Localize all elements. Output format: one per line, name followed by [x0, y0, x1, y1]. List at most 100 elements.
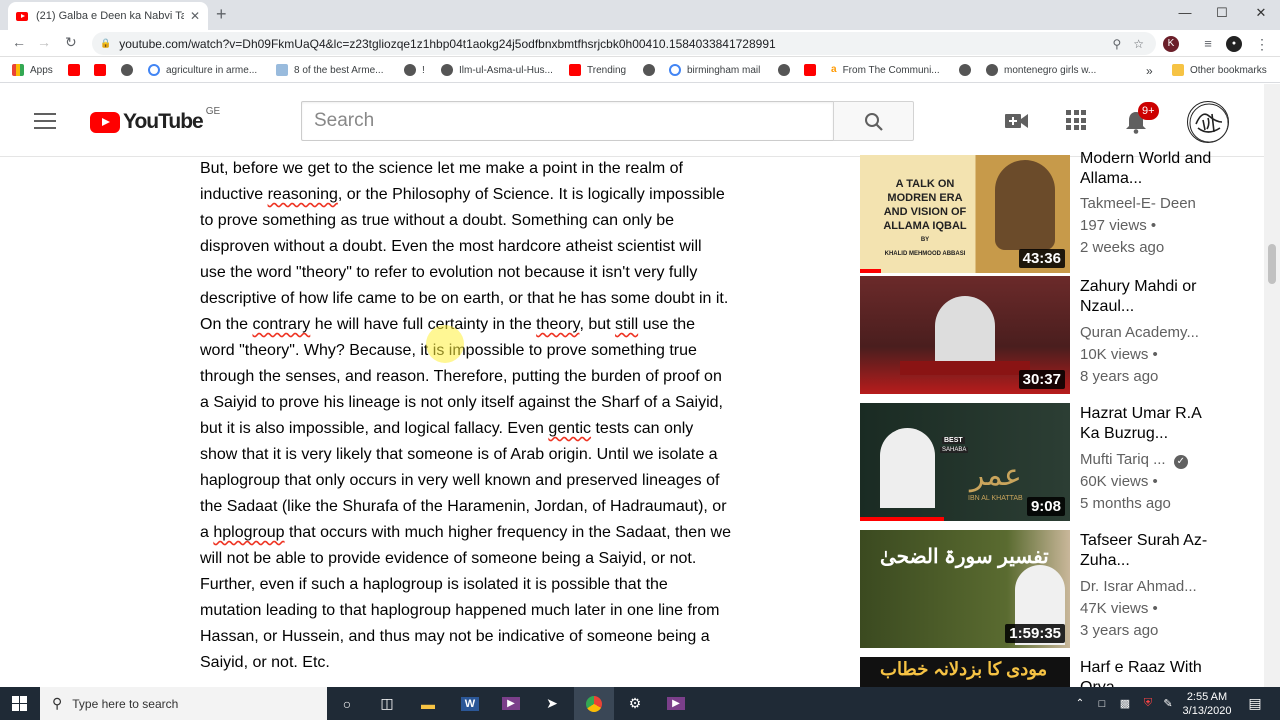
task-view-icon[interactable]: ◫: [367, 687, 407, 720]
video-editor-icon[interactable]: ▶: [491, 687, 531, 720]
video-thumbnail[interactable]: 30:37: [860, 276, 1070, 394]
channel-name-text: Dr. Israr Ahmad...: [1080, 578, 1197, 595]
video-thumbnail[interactable]: مودی کا بزدلانہ خطاب: [860, 657, 1070, 687]
bookmark-item-4[interactable]: Trending: [569, 64, 626, 76]
bookmark-item-2[interactable]: !: [404, 64, 425, 76]
file-explorer-icon[interactable]: ▬: [408, 687, 448, 720]
related-video-card[interactable]: A TALK ON MODREN ERA AND VISION OF ALLAMA I…: [860, 150, 1220, 273]
app-icon[interactable]: ➤: [532, 687, 572, 720]
bookmark-globe-2[interactable]: [643, 64, 661, 76]
word-icon[interactable]: W: [450, 687, 490, 720]
maximize-button[interactable]: ☐: [1207, 5, 1237, 21]
related-video-card[interactable]: 30:37 Zahury Mahdi or Nzaul... Quran Acade…: [860, 276, 1220, 394]
youtube-logo[interactable]: YouTube GE: [90, 106, 220, 134]
bookmark-globe-3[interactable]: [778, 64, 796, 76]
bookmark-youtube-1[interactable]: [68, 64, 86, 76]
forward-arrow-icon[interactable]: →: [37, 34, 51, 50]
bookmark-item-0[interactable]: agriculture in arme...: [148, 64, 257, 76]
zoom-icon[interactable]: ⚲: [1112, 37, 1121, 51]
apps-grid-icon[interactable]: [1066, 110, 1086, 130]
taskbar-search-placeholder: Type here to search: [72, 696, 179, 711]
notifications-icon[interactable]: ▤: [1240, 687, 1270, 720]
description-line: a hplogroup that occurs with much higher…: [200, 520, 800, 546]
bookmark-item-1[interactable]: 8 of the best Arme...: [276, 64, 384, 76]
thumbnail-text: SAHABA: [940, 447, 969, 453]
bookmark-apps[interactable]: Apps: [12, 64, 53, 76]
description-line: use the word "theory" to refer to evolut…: [200, 264, 698, 281]
minimize-button[interactable]: —: [1170, 5, 1200, 20]
upload-age: 8 years ago: [1080, 368, 1159, 385]
tray-volume-icon[interactable]: ▩: [1113, 687, 1137, 720]
tray-pen-icon[interactable]: ✎: [1156, 687, 1180, 720]
description-text: use the: [638, 316, 696, 333]
bookmark-star-icon[interactable]: ☆: [1133, 37, 1144, 51]
bookmarks-more-button[interactable]: »: [1146, 64, 1153, 78]
bookmark-item-3[interactable]: Ilm-ul-Asma-ul-Hus...: [441, 64, 553, 76]
chrome-icon[interactable]: [574, 687, 614, 720]
channel-name[interactable]: Takmeel-E- Deen: [1080, 195, 1196, 212]
account-avatar[interactable]: [1187, 101, 1229, 143]
channel-name[interactable]: Mufti Tariq ... ✓: [1080, 451, 1188, 469]
scrollbar-thumb[interactable]: [1268, 244, 1276, 284]
user-avatar-icon[interactable]: ●: [1226, 36, 1242, 52]
bookmark-youtube-2[interactable]: [94, 64, 112, 76]
menu-kebab-icon[interactable]: ⋮: [1254, 36, 1270, 52]
video-thumbnail[interactable]: تفسیر سورۃ الضحیٰ 1:59:35: [860, 530, 1070, 648]
amazon-icon: a: [831, 64, 837, 75]
bookmark-globe-4[interactable]: [959, 64, 977, 76]
channel-name-text: Mufti Tariq ...: [1080, 451, 1166, 468]
hamburger-menu-icon[interactable]: [34, 113, 56, 129]
back-arrow-icon[interactable]: ←: [12, 34, 26, 50]
video-title[interactable]: Harf e Raaz With Orya...: [1080, 658, 1215, 687]
system-clock[interactable]: 2:55 AM 3/13/2020: [1180, 690, 1234, 718]
video-duration: 9:08: [1026, 497, 1065, 516]
description-text: a: [200, 524, 214, 541]
cortana-icon[interactable]: ○: [327, 687, 367, 720]
upload-age: 2 weeks ago: [1080, 239, 1165, 256]
tray-chevron-icon[interactable]: ⌃: [1068, 687, 1092, 720]
video-thumbnail[interactable]: A TALK ON MODREN ERA AND VISION OF ALLAMA I…: [860, 155, 1070, 273]
video-thumbnail[interactable]: عمر IBN AL KHATTAB BEST SAHABA 9:08: [860, 403, 1070, 521]
related-video-card[interactable]: عمر IBN AL KHATTAB BEST SAHABA 9:08 Hazrat Um…: [860, 403, 1220, 521]
extension-profile-icon[interactable]: K: [1163, 36, 1179, 52]
bookmark-youtube-3[interactable]: [804, 64, 822, 76]
search-input[interactable]: Search: [301, 101, 834, 141]
reload-icon[interactable]: ↻: [65, 34, 77, 51]
bookmark-globe[interactable]: [121, 64, 139, 76]
bookmark-label: agriculture in arme...: [166, 64, 258, 76]
tray-network-icon[interactable]: □: [1090, 687, 1114, 720]
close-window-button[interactable]: ✕: [1246, 5, 1276, 21]
address-bar[interactable]: 🔒 youtube.com/watch?v=Dh09FkmUaQ4&lc=z23…: [92, 32, 1156, 55]
related-video-card[interactable]: مودی کا بزدلانہ خطاب Harf e Raaz With Ory…: [860, 657, 1220, 687]
thumbnail-text: ALLAMA IQBAL: [883, 220, 967, 232]
taskbar-search[interactable]: ⚲ Type here to search: [40, 687, 327, 720]
page-scrollbar[interactable]: [1264, 84, 1280, 687]
upload-age: 5 months ago: [1080, 495, 1171, 512]
new-tab-button[interactable]: +: [216, 4, 227, 25]
google-icon: [669, 64, 681, 76]
channel-name[interactable]: Quran Academy...: [1080, 324, 1199, 341]
bookmark-item-5[interactable]: birmingham mail: [669, 64, 760, 76]
video-title[interactable]: Modern World and Allama...: [1080, 149, 1215, 189]
bookmark-item-6[interactable]: a From The Communi...: [831, 64, 940, 76]
video-title[interactable]: Hazrat Umar R.A Ka Buzrug...: [1080, 404, 1215, 444]
browser-tab[interactable]: (21) Galba e Deen ka Nabvi Tareeq ✕: [8, 2, 208, 30]
view-count: 60K views •: [1080, 473, 1158, 490]
other-bookmarks[interactable]: Other bookmarks: [1172, 64, 1267, 76]
bookmark-item-7[interactable]: montenegro girls w...: [986, 64, 1096, 76]
reading-list-icon[interactable]: ≡: [1200, 36, 1216, 52]
search-button[interactable]: [833, 101, 914, 141]
related-video-card[interactable]: تفسیر سورۃ الضحیٰ 1:59:35 Tafseer Surah Az…: [860, 530, 1220, 648]
video-editor-icon-2[interactable]: ▶: [656, 687, 696, 720]
create-video-icon[interactable]: [1005, 112, 1029, 130]
video-title[interactable]: Zahury Mahdi or Nzaul...: [1080, 277, 1215, 317]
channel-name[interactable]: Dr. Israr Ahmad...: [1080, 578, 1197, 595]
windows-start-icon[interactable]: [12, 696, 27, 711]
clock-time: 2:55 AM: [1186, 691, 1228, 703]
tab-close-icon[interactable]: ✕: [190, 9, 200, 23]
settings-gear-icon[interactable]: ⚙: [615, 687, 655, 720]
video-title[interactable]: Tafseer Surah Az-Zuha...: [1080, 531, 1215, 571]
view-count: 197 views •: [1080, 217, 1157, 234]
description-line: show that it is very likely that someone…: [200, 446, 718, 463]
globe-icon: [778, 64, 790, 76]
